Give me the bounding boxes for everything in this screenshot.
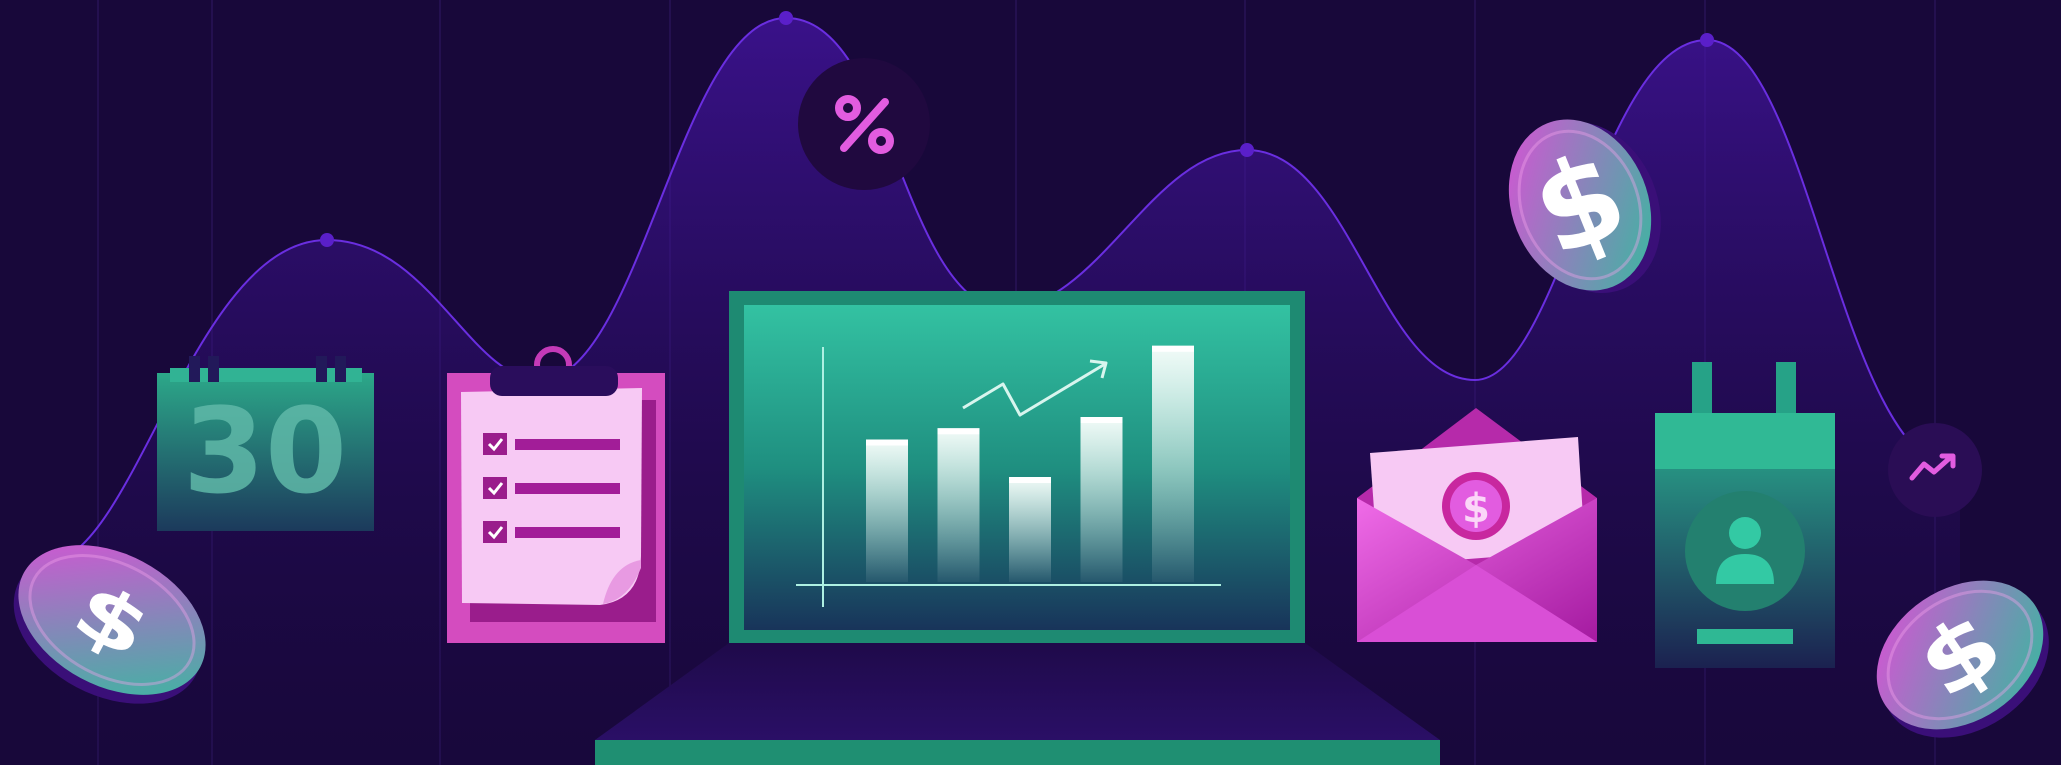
chart-bar	[866, 439, 908, 582]
wave-peak-dot	[779, 11, 793, 25]
clipboard-clip	[490, 366, 618, 396]
chart-bar	[1080, 417, 1123, 582]
calendar-ring	[316, 356, 327, 382]
chart-bar	[1152, 345, 1194, 582]
illustration-scene: 30 $ $ $ $	[13, 0, 2049, 765]
calendar-day: 30	[183, 382, 347, 520]
trend-bubble	[1888, 423, 1982, 517]
clipboard	[447, 346, 665, 643]
avatar	[1685, 491, 1805, 611]
wave-peak-dot	[320, 233, 334, 247]
wave-peak-dot	[1700, 33, 1714, 47]
laptop-base	[595, 643, 1440, 740]
calendar-ring	[335, 356, 346, 382]
calendar-ring	[208, 356, 219, 382]
percent-bubble	[798, 58, 930, 190]
chart-bar-cap	[937, 428, 980, 435]
dollar-icon: $	[1462, 486, 1490, 532]
chart-bar	[1009, 477, 1051, 582]
calendar: 30	[157, 356, 374, 531]
chart-bar	[937, 428, 980, 582]
chart-bar-cap	[1152, 345, 1194, 352]
chart-bar-cap	[1009, 477, 1051, 483]
calendar-ring	[189, 356, 200, 382]
chart-bar-cap	[866, 439, 908, 446]
chart-bar-cap	[1080, 417, 1123, 423]
wave-peak-dot	[1240, 143, 1254, 157]
laptop-front	[595, 740, 1440, 765]
